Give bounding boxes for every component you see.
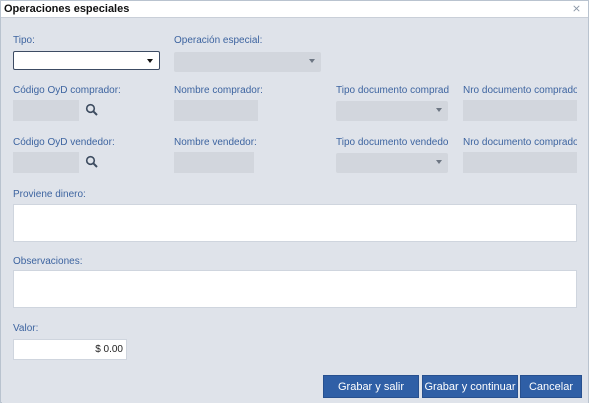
search-icon[interactable] bbox=[84, 102, 100, 118]
chevron-down-icon bbox=[309, 59, 315, 63]
tipo-doc-comprador-select[interactable] bbox=[336, 101, 448, 121]
dialog-title: Operaciones especiales bbox=[4, 3, 130, 15]
valor-value: $ 0.00 bbox=[95, 344, 123, 355]
observaciones-textarea[interactable] bbox=[13, 270, 577, 308]
cancelar-button[interactable]: Cancelar bbox=[520, 375, 582, 398]
nro-doc-comprador-input[interactable] bbox=[463, 100, 577, 121]
codigo-comprador-input[interactable] bbox=[13, 100, 79, 121]
nro-doc-vendedor-input[interactable] bbox=[463, 152, 577, 173]
nro-doc-vendedor-label: Nro documento comprador bbox=[463, 137, 577, 148]
dialog-window: Operaciones especiales ⨯ Tipo: Operación… bbox=[0, 0, 589, 403]
operacion-especial-select[interactable] bbox=[174, 52, 321, 72]
grabar-y-salir-button[interactable]: Grabar y salir bbox=[323, 375, 419, 398]
valor-label: Valor: bbox=[13, 323, 39, 334]
proviene-dinero-textarea[interactable] bbox=[13, 204, 577, 242]
tipo-doc-vendedor-label: Tipo documento vendedo bbox=[336, 137, 449, 148]
form-body: Tipo: Operación especial: Código OyD com… bbox=[2, 19, 588, 403]
codigo-vendedor-label: Código OyD vendedor: bbox=[13, 137, 115, 148]
valor-input[interactable]: $ 0.00 bbox=[13, 339, 127, 360]
tipo-select[interactable] bbox=[13, 51, 160, 70]
grabar-y-continuar-button[interactable]: Grabar y continuar bbox=[422, 375, 518, 398]
close-icon[interactable]: ⨯ bbox=[570, 3, 583, 15]
nro-doc-comprador-label: Nro documento comprador bbox=[463, 85, 577, 96]
chevron-down-icon bbox=[436, 108, 442, 112]
search-icon[interactable] bbox=[84, 154, 100, 170]
codigo-comprador-label: Código OyD comprador: bbox=[13, 85, 121, 96]
chevron-down-icon bbox=[436, 160, 442, 164]
operacion-especial-label: Operación especial: bbox=[174, 35, 263, 46]
title-bar: Operaciones especiales ⨯ bbox=[1, 1, 588, 18]
codigo-vendedor-input[interactable] bbox=[13, 152, 79, 173]
proviene-dinero-label: Proviene dinero: bbox=[13, 189, 86, 200]
nombre-comprador-label: Nombre comprador: bbox=[174, 85, 263, 96]
observaciones-label: Observaciones: bbox=[13, 256, 83, 267]
tipo-doc-vendedor-select[interactable] bbox=[336, 153, 448, 173]
tipo-doc-comprador-label: Tipo documento comprad bbox=[336, 85, 449, 96]
chevron-down-icon bbox=[147, 59, 153, 63]
nombre-comprador-input[interactable] bbox=[174, 100, 258, 121]
nombre-vendedor-input[interactable] bbox=[174, 152, 254, 173]
nombre-vendedor-label: Nombre vendedor: bbox=[174, 137, 257, 148]
tipo-label: Tipo: bbox=[13, 35, 35, 46]
